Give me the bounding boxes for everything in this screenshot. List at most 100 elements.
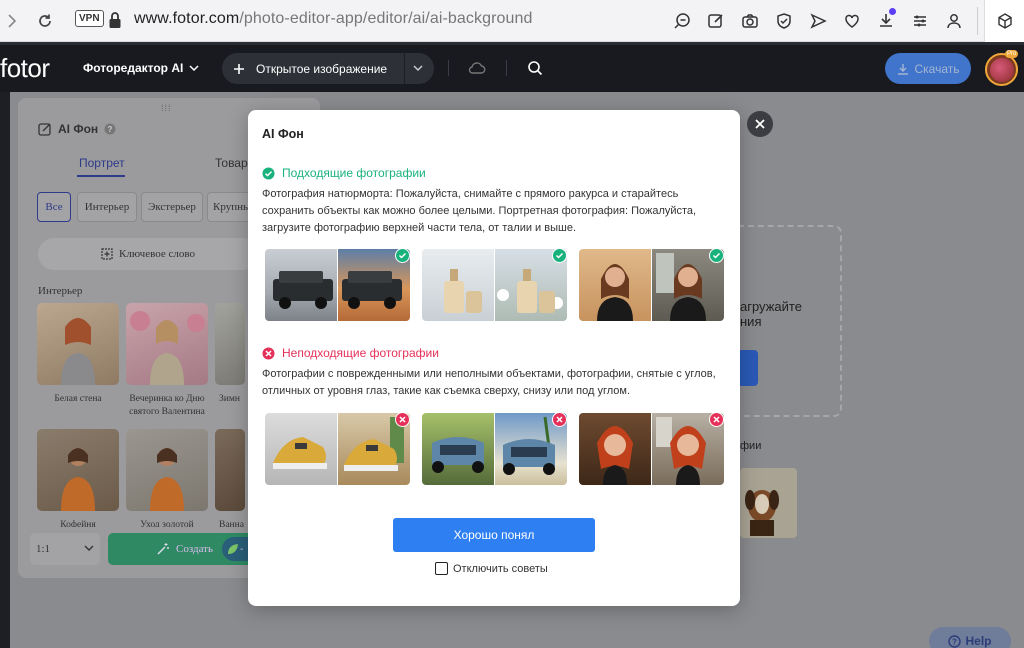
sliders-icon[interactable] — [903, 0, 937, 42]
thumb-bath[interactable] — [215, 429, 245, 511]
extension-icon[interactable] — [984, 0, 1024, 42]
camera-icon[interactable] — [733, 0, 767, 42]
error-badge-icon — [709, 412, 724, 427]
sample-dog-image[interactable] — [740, 468, 797, 538]
check-badge-icon — [552, 248, 567, 263]
close-icon — [755, 119, 765, 129]
suitable-heading-text: Подходящие фотографии — [282, 166, 426, 180]
left-toolbar — [0, 92, 10, 648]
create-label: Создать — [176, 543, 214, 555]
thumb-caption: Ванна — [219, 520, 244, 527]
reload-icon[interactable] — [33, 9, 57, 33]
avatar-image — [989, 57, 1014, 82]
example-good-car — [265, 249, 410, 321]
tab-portrait[interactable]: Портрет — [79, 156, 125, 170]
heart-icon[interactable] — [835, 0, 869, 42]
thumb-caption: Кофейня — [60, 520, 96, 527]
user-icon[interactable] — [937, 0, 971, 42]
address-bar[interactable]: www.fotor.com/photo-editor-app/editor/ai… — [134, 10, 533, 28]
thumb-winter[interactable] — [215, 303, 245, 385]
button-divider — [404, 53, 405, 84]
sample-label: фии — [740, 440, 762, 452]
help-label: Help — [965, 634, 992, 648]
thumb-gold[interactable] — [126, 429, 208, 511]
header-divider — [506, 60, 507, 76]
drag-handle-icon[interactable]: ⁞⁞⁞ — [161, 103, 172, 113]
download-button[interactable]: Скачать — [885, 53, 971, 84]
zoom-icon[interactable] — [665, 0, 699, 42]
download-icon — [897, 63, 908, 75]
ratio-value: 1:1 — [36, 543, 51, 555]
tips-modal: AI Фон Подходящие фотографии Фотография … — [248, 110, 740, 606]
unsuitable-description: Фотографии с поврежденными или неполными… — [262, 368, 716, 397]
open-image-label: Открытое изображение — [256, 61, 388, 76]
filter-all[interactable]: Все — [37, 192, 71, 222]
vpn-badge[interactable]: VPN — [75, 10, 104, 27]
check-badge-icon — [709, 248, 724, 263]
thumb-coffee[interactable] — [37, 429, 119, 511]
unsuitable-heading: Неподходящие фотографии — [262, 346, 439, 360]
svg-text:?: ? — [953, 637, 958, 646]
keyword-label: Ключевое слово — [119, 248, 195, 260]
panel-title-text: AI Фон — [58, 122, 99, 136]
thumb-white-wall[interactable] — [37, 303, 119, 385]
modal-title: AI Фон — [262, 127, 304, 141]
example-original — [422, 249, 494, 321]
fotor-logo[interactable]: fotor — [0, 53, 50, 84]
chevron-down-icon[interactable] — [412, 62, 424, 74]
checkbox[interactable] — [435, 562, 448, 575]
close-button[interactable] — [747, 111, 773, 137]
tab-underline — [77, 175, 125, 177]
check-circle-icon — [262, 167, 275, 179]
cloud-icon[interactable] — [467, 58, 487, 78]
url-path: /photo-editor-app/editor/ai/ai-backgroun… — [239, 10, 533, 27]
send-icon[interactable] — [801, 0, 835, 42]
shield-icon[interactable] — [767, 0, 801, 42]
check-badge-icon — [395, 248, 410, 263]
help-icon: ? — [948, 634, 962, 648]
search-icon[interactable] — [527, 60, 543, 76]
thumb-caption: Белая стена — [54, 394, 102, 404]
panel-title: AI Фон ? — [38, 122, 116, 136]
chevron-down-icon — [189, 65, 199, 71]
thumb-valentine-party[interactable] — [126, 303, 208, 385]
download-icon[interactable] — [869, 0, 903, 42]
filter-interior[interactable]: Интерьер — [77, 192, 137, 222]
filter-exterior[interactable]: Экстерьер — [141, 192, 203, 222]
tab-product[interactable]: Товар — [215, 156, 248, 170]
thumb-caption: Зимн — [219, 394, 240, 404]
upload-text: агружайте ния — [740, 299, 802, 329]
leaf-icon — [228, 544, 238, 554]
lock-icon[interactable] — [108, 11, 122, 29]
editor-label: Фоторедактор AI — [83, 61, 184, 75]
disable-tips-checkbox[interactable]: Отключить советы — [435, 562, 548, 575]
notification-dot — [889, 8, 896, 15]
example-bad-sneaker — [265, 413, 410, 485]
suitable-heading: Подходящие фотографии — [262, 166, 426, 180]
help-icon[interactable]: ? — [104, 123, 116, 135]
help-button[interactable]: ? Help — [929, 627, 1011, 648]
forward-icon[interactable] — [0, 9, 24, 33]
editor-selector[interactable]: Фоторедактор AI — [83, 61, 199, 75]
example-original — [422, 413, 494, 485]
got-it-button[interactable]: Хорошо понял — [393, 518, 595, 552]
url-host: www.fotor.com — [134, 10, 240, 27]
pro-badge: Pro — [1005, 50, 1019, 58]
suitable-description: Фотография натюрморта: Пожалуйста, снима… — [262, 188, 697, 234]
open-image-button[interactable]: Открытое изображение — [222, 53, 434, 84]
example-original — [579, 249, 651, 321]
example-bad-portrait-angle — [579, 413, 724, 485]
header-divider — [448, 60, 449, 76]
keyword-button[interactable]: Ключевое слово — [38, 238, 258, 270]
thumb-caption: Вечеринка ко Дню святого Валентина — [129, 394, 205, 417]
example-original — [265, 413, 337, 485]
section-label: Интерьер — [38, 285, 83, 297]
disable-tips-label: Отключить советы — [453, 562, 548, 575]
chevron-down-icon — [84, 545, 94, 551]
edit-icon[interactable] — [699, 0, 733, 42]
example-original — [265, 249, 337, 321]
filter-closeup[interactable]: Крупны — [207, 192, 251, 222]
upload-button[interactable] — [740, 350, 758, 386]
keyword-icon — [101, 248, 113, 260]
ratio-select[interactable]: 1:1 — [30, 533, 100, 565]
